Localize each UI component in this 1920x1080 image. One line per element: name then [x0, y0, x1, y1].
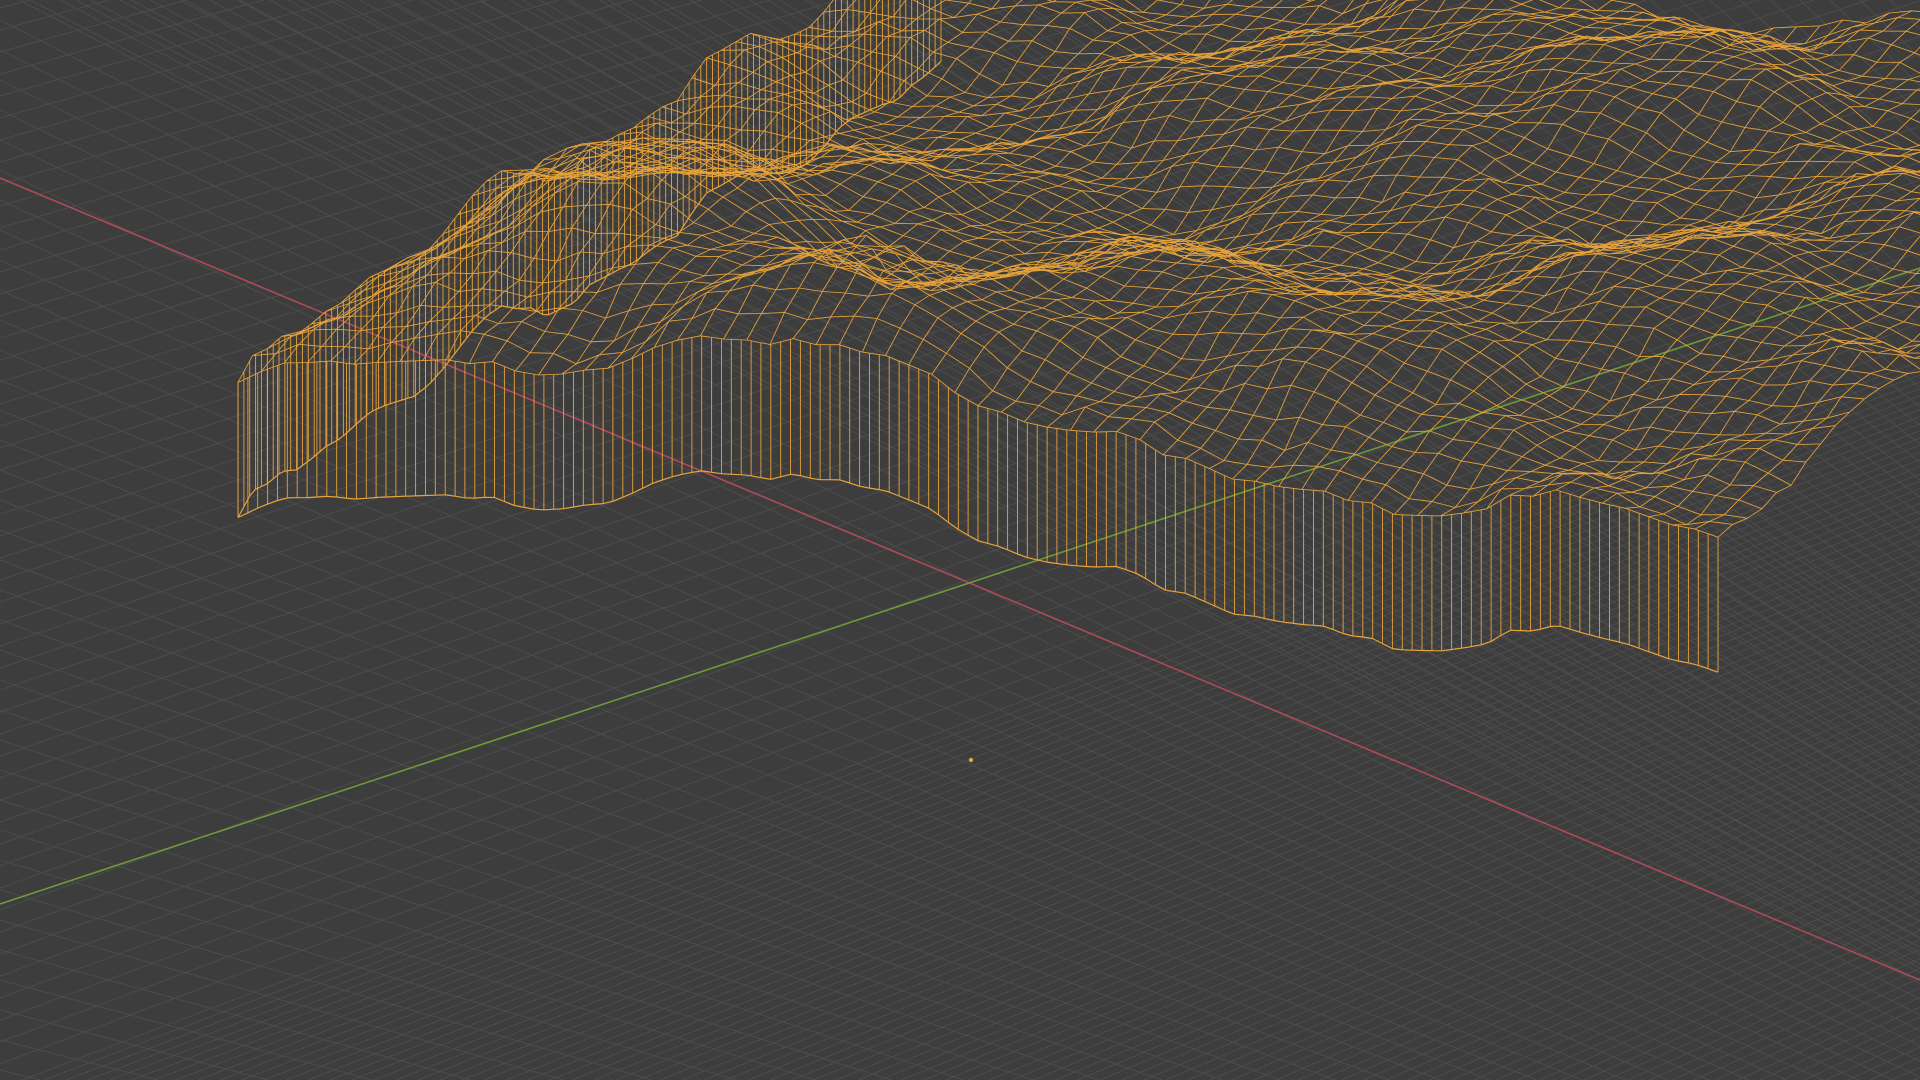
3d-viewport[interactable] [0, 0, 1920, 1080]
origin-marker [968, 757, 974, 763]
